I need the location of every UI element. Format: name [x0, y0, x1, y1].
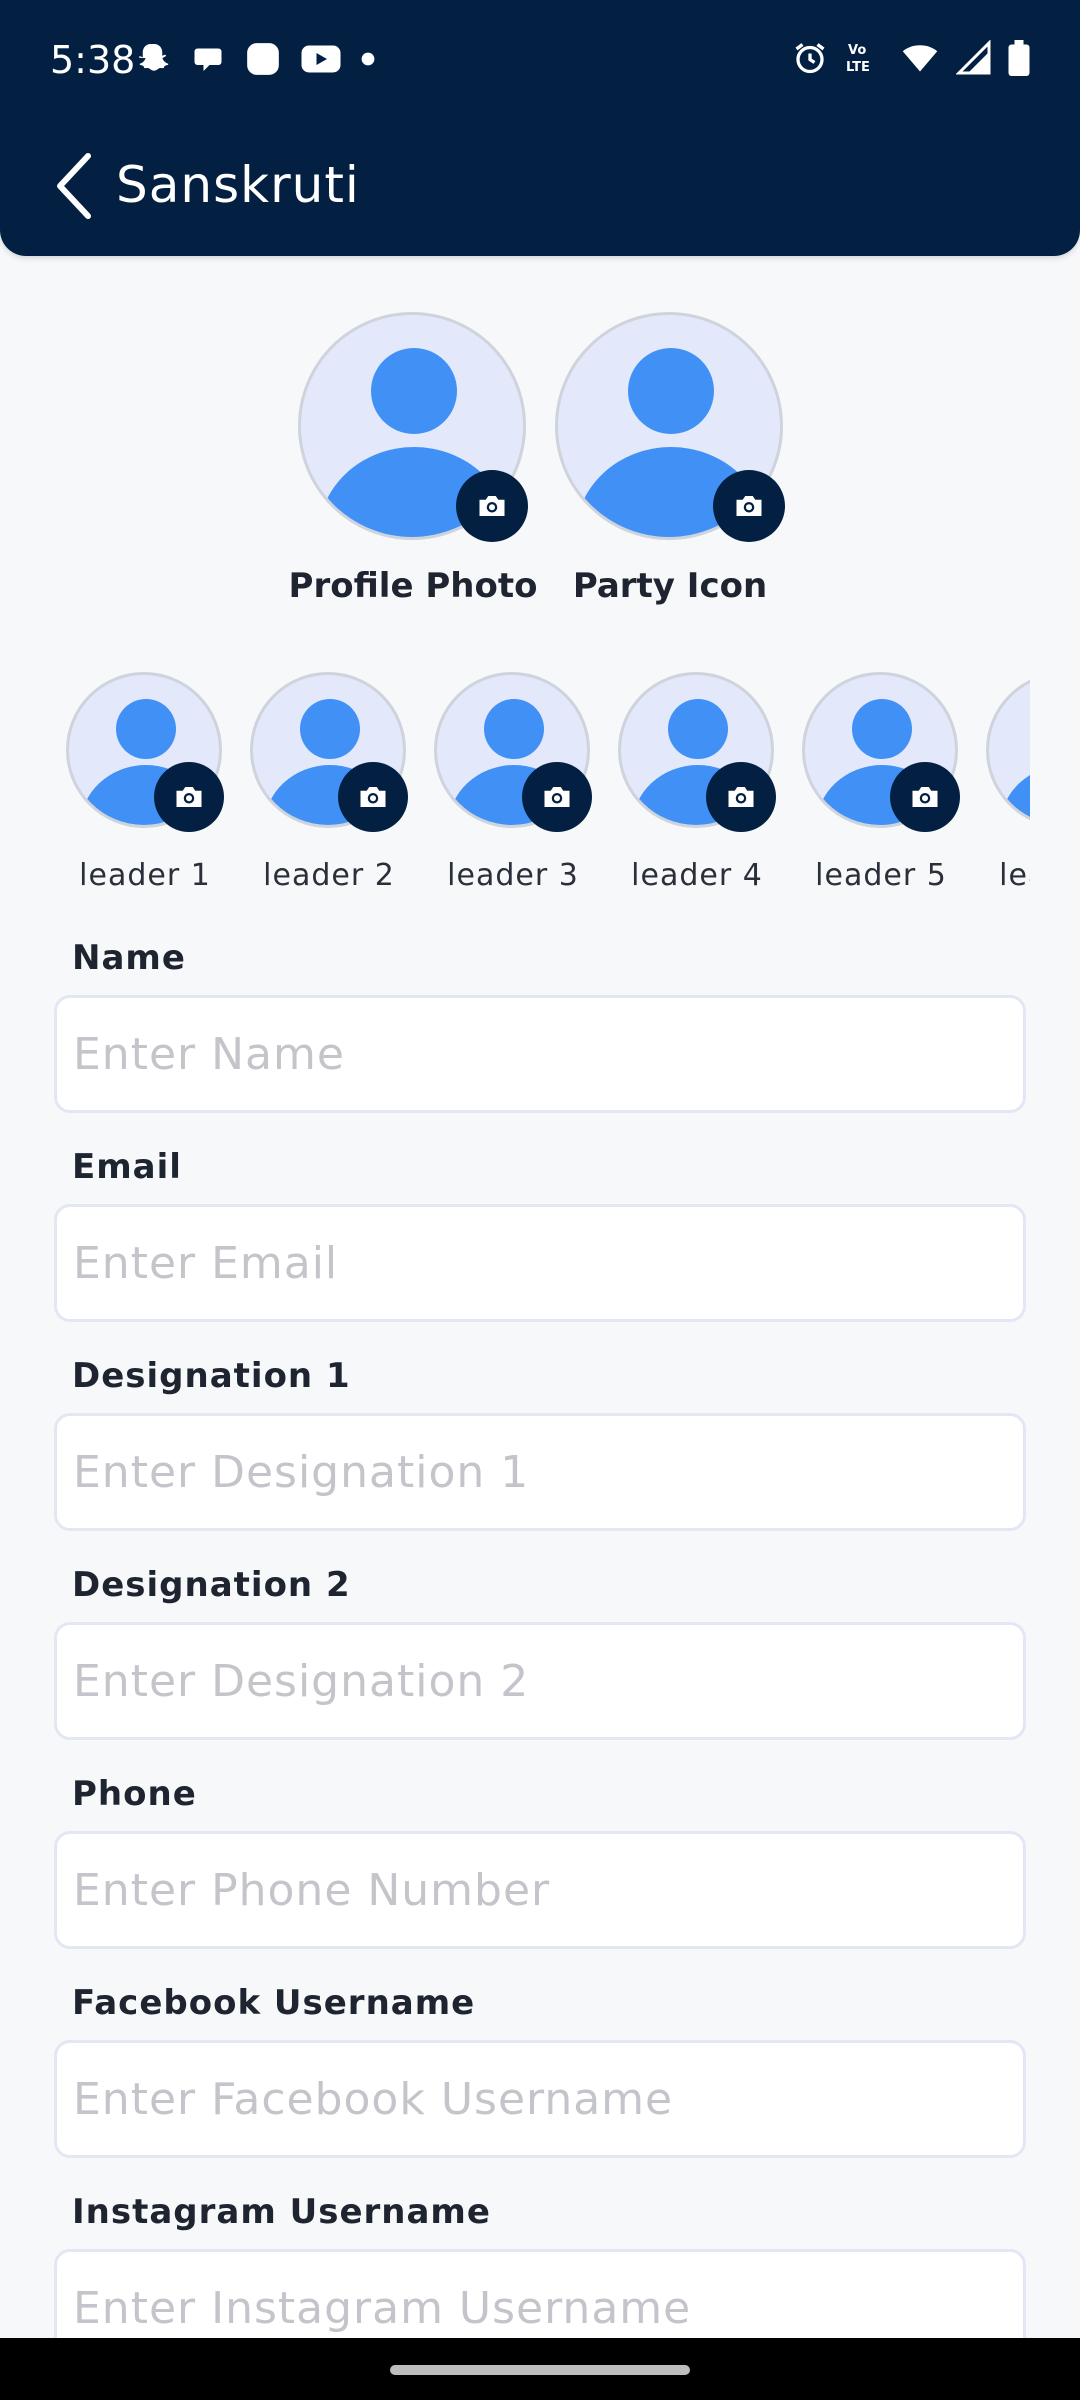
youtube-icon — [300, 41, 342, 77]
phone-input[interactable] — [54, 1831, 1026, 1949]
camera-icon — [176, 787, 202, 807]
email-label: Email — [72, 1147, 182, 1187]
status-time: 5:38 — [50, 38, 136, 82]
instagram-username-label: Instagram Username — [72, 2192, 491, 2232]
leaders-scroller[interactable]: leader 1 leader 2 leader 3 leader 4 lead… — [0, 668, 1030, 908]
leader-camera-button[interactable] — [706, 762, 776, 832]
facebook-username-input[interactable] — [54, 2040, 1026, 2158]
leader-label: leader 2 — [263, 858, 395, 893]
alarm-icon — [792, 40, 828, 76]
leader-item[interactable]: leader 5 — [776, 668, 960, 908]
leader-label: leader 6 — [999, 858, 1030, 893]
leader-item[interactable]: leader 3 — [408, 668, 592, 908]
volte-icon: Vo LTE — [844, 40, 884, 76]
home-gesture-handle[interactable] — [390, 2365, 690, 2375]
leader-item[interactable]: leader 2 — [224, 668, 408, 908]
email-input[interactable] — [54, 1204, 1026, 1322]
facebook-username-label: Facebook Username — [72, 1983, 476, 2023]
camera-icon — [360, 787, 386, 807]
app-icon — [244, 40, 282, 78]
designation-2-label: Designation 2 — [72, 1565, 351, 1605]
leader-camera-button[interactable] — [338, 762, 408, 832]
dot-icon — [360, 51, 376, 67]
leader-label: leader 5 — [815, 858, 947, 893]
designation-2-input[interactable] — [54, 1622, 1026, 1740]
leader-label: leader 4 — [631, 858, 763, 893]
signal-icon — [956, 40, 992, 76]
app-bar: 5:38 Vo LTE Sanskruti — [0, 0, 1080, 256]
designation-1-label: Designation 1 — [72, 1356, 351, 1396]
profile-photo-camera-button[interactable] — [456, 470, 528, 542]
status-bar: 5:38 Vo LTE — [0, 0, 1080, 126]
leader-camera-button[interactable] — [522, 762, 592, 832]
back-button[interactable] — [44, 150, 104, 222]
leader-label: leader 1 — [79, 858, 211, 893]
leader-label: leader 3 — [447, 858, 579, 893]
camera-icon — [736, 496, 762, 516]
party-icon-label: Party Icon — [572, 566, 768, 606]
camera-icon — [912, 787, 938, 807]
name-label: Name — [72, 938, 186, 978]
page-title: Sanskruti — [116, 156, 360, 214]
leader-item[interactable]: leader 6 — [960, 668, 1030, 908]
battery-icon — [1008, 40, 1030, 76]
svg-text:LTE: LTE — [846, 60, 870, 75]
chat-icon — [190, 41, 226, 77]
camera-icon — [544, 787, 570, 807]
camera-icon — [728, 787, 754, 807]
leader-item[interactable]: leader 1 — [40, 668, 224, 908]
profile-photo-label: Profile Photo — [288, 566, 538, 606]
wifi-icon — [900, 40, 940, 76]
leader-item[interactable]: leader 4 — [592, 668, 776, 908]
designation-1-input[interactable] — [54, 1413, 1026, 1531]
leader-avatar[interactable] — [986, 672, 1030, 828]
party-icon-camera-button[interactable] — [713, 470, 785, 542]
chevron-left-icon — [57, 153, 91, 219]
leader-camera-button[interactable] — [154, 762, 224, 832]
svg-text:Vo: Vo — [848, 43, 866, 58]
name-input[interactable] — [54, 995, 1026, 1113]
camera-icon — [479, 496, 505, 516]
leader-camera-button[interactable] — [890, 762, 960, 832]
phone-label: Phone — [72, 1774, 197, 1814]
snapchat-icon — [136, 41, 172, 77]
user-silhouette-icon — [1000, 775, 1030, 825]
system-navigation-bar — [0, 2338, 1080, 2400]
